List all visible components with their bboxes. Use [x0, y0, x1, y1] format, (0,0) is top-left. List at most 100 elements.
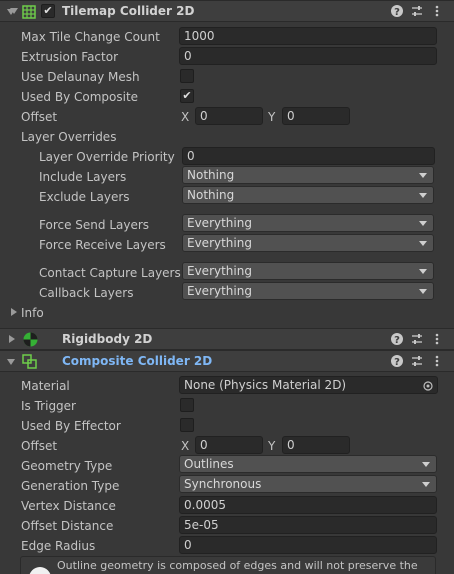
max-tile-change-count-field[interactable]: 1000: [179, 27, 437, 45]
offset-y-label: Y: [268, 110, 276, 124]
sliders-icon[interactable]: [410, 332, 424, 346]
composite-offset-x-label: X: [181, 439, 190, 453]
tilemap-collider-header[interactable]: ✔ Tilemap Collider 2D ?: [0, 0, 454, 22]
force-receive-layers-dropdown[interactable]: Everything: [182, 234, 434, 252]
offset-x-label: X: [181, 110, 190, 124]
composite-offset-label: Offset: [21, 439, 58, 453]
geometry-type-label: Geometry Type: [21, 459, 113, 473]
composite-collider-header[interactable]: Composite Collider 2D ?: [0, 350, 454, 372]
material-field[interactable]: None (Physics Material 2D): [179, 376, 438, 394]
include-layers-value: Nothing: [187, 168, 235, 182]
offset-distance-label: Offset Distance: [21, 519, 114, 533]
chevron-down-icon: [422, 482, 430, 487]
component-enabled-checkbox[interactable]: ✔: [41, 4, 55, 18]
object-picker-icon[interactable]: [423, 380, 433, 391]
max-tile-change-count-label: Max Tile Change Count: [21, 30, 160, 44]
include-layers-label: Include Layers: [39, 170, 127, 184]
composite-shape-icon: [22, 354, 38, 370]
contact-capture-layers-label: Contact Capture Layers: [39, 266, 181, 280]
svg-text:?: ?: [394, 335, 400, 346]
exclude-layers-value: Nothing: [187, 188, 235, 202]
chevron-down-icon: [419, 193, 427, 198]
fold-arrow-icon[interactable]: [9, 335, 15, 343]
generation-type-dropdown[interactable]: Synchronous: [179, 475, 437, 493]
use-delaunay-mesh-label: Use Delaunay Mesh: [21, 70, 140, 84]
header-buttons: ?: [390, 354, 446, 370]
info-icon: [29, 567, 51, 574]
kebab-menu-icon[interactable]: [430, 332, 444, 346]
used-by-effector-checkbox[interactable]: [180, 418, 194, 432]
help-box: Outline geometry is composed of edges an…: [20, 556, 436, 574]
is-trigger-label: Is Trigger: [21, 399, 76, 413]
layer-overrides-fold-icon[interactable]: [10, 8, 18, 14]
offset-y-field[interactable]: 0: [282, 107, 350, 125]
edge-radius-field[interactable]: 0: [179, 536, 437, 554]
callback-layers-label: Callback Layers: [39, 286, 134, 300]
material-label: Material: [21, 379, 70, 393]
help-icon[interactable]: ?: [390, 332, 404, 346]
grid-icon: [22, 5, 36, 19]
geometry-type-dropdown[interactable]: Outlines: [179, 455, 437, 473]
force-receive-layers-value: Everything: [187, 236, 252, 250]
info-fold-icon[interactable]: [11, 308, 17, 316]
is-trigger-checkbox[interactable]: [180, 398, 194, 412]
rigidbody-header[interactable]: Rigidbody 2D ?: [0, 328, 454, 350]
offset-distance-field[interactable]: 5e-05: [179, 516, 437, 534]
composite-offset-y-field[interactable]: 0: [282, 436, 350, 454]
use-delaunay-mesh-checkbox[interactable]: [180, 69, 194, 83]
contact-capture-layers-value: Everything: [187, 264, 252, 278]
exclude-layers-label: Exclude Layers: [39, 190, 130, 204]
used-by-composite-checkbox[interactable]: ✔: [180, 89, 194, 103]
layer-override-priority-label: Layer Override Priority: [39, 150, 175, 164]
kebab-menu-icon[interactable]: [430, 4, 444, 18]
component-title: Tilemap Collider 2D: [62, 4, 195, 18]
chevron-down-icon: [419, 173, 427, 178]
contact-capture-layers-dropdown[interactable]: Everything: [182, 262, 434, 280]
header-buttons: ?: [390, 332, 446, 348]
help-icon[interactable]: ?: [390, 354, 404, 368]
composite-offset-x-field[interactable]: 0: [195, 436, 263, 454]
sliders-icon[interactable]: [410, 354, 424, 368]
physics-ball-icon: [23, 332, 38, 347]
callback-layers-dropdown[interactable]: Everything: [182, 282, 434, 300]
include-layers-dropdown[interactable]: Nothing: [182, 166, 434, 184]
material-value: None (Physics Material 2D): [184, 378, 347, 392]
layer-overrides-label[interactable]: Layer Overrides: [21, 130, 116, 144]
generation-type-label: Generation Type: [21, 479, 120, 493]
sliders-icon[interactable]: [410, 4, 424, 18]
chevron-down-icon: [419, 241, 427, 246]
force-receive-layers-label: Force Receive Layers: [39, 238, 166, 252]
generation-type-value: Synchronous: [184, 477, 262, 491]
chevron-down-icon: [419, 289, 427, 294]
composite-offset-y-label: Y: [268, 439, 276, 453]
callback-layers-value: Everything: [187, 284, 252, 298]
edge-radius-label: Edge Radius: [21, 539, 96, 553]
extrusion-factor-label: Extrusion Factor: [21, 50, 119, 64]
used-by-composite-label: Used By Composite: [21, 90, 139, 104]
fold-arrow-icon[interactable]: [7, 359, 15, 365]
layer-override-priority-field[interactable]: 0: [182, 147, 435, 165]
offset-label: Offset: [21, 110, 58, 124]
extrusion-factor-field[interactable]: 0: [179, 47, 437, 65]
svg-text:?: ?: [394, 7, 400, 18]
used-by-effector-label: Used By Effector: [21, 419, 121, 433]
info-foldout-label[interactable]: Info: [21, 306, 44, 320]
help-text: Outline geometry is composed of edges an…: [57, 559, 418, 574]
svg-text:?: ?: [394, 357, 400, 368]
help-icon[interactable]: ?: [390, 4, 404, 18]
chevron-down-icon: [419, 221, 427, 226]
force-send-layers-value: Everything: [187, 216, 252, 230]
chevron-down-icon: [419, 269, 427, 274]
header-buttons: ?: [390, 4, 446, 20]
chevron-down-icon: [422, 462, 430, 467]
vertex-distance-label: Vertex Distance: [21, 499, 116, 513]
component-title: Composite Collider 2D: [62, 354, 213, 368]
offset-x-field[interactable]: 0: [195, 107, 263, 125]
component-title: Rigidbody 2D: [62, 332, 153, 346]
geometry-type-value: Outlines: [184, 457, 234, 471]
kebab-menu-icon[interactable]: [430, 354, 444, 368]
force-send-layers-label: Force Send Layers: [39, 218, 150, 232]
force-send-layers-dropdown[interactable]: Everything: [182, 214, 434, 232]
vertex-distance-field[interactable]: 0.0005: [179, 496, 437, 514]
exclude-layers-dropdown[interactable]: Nothing: [182, 186, 434, 204]
